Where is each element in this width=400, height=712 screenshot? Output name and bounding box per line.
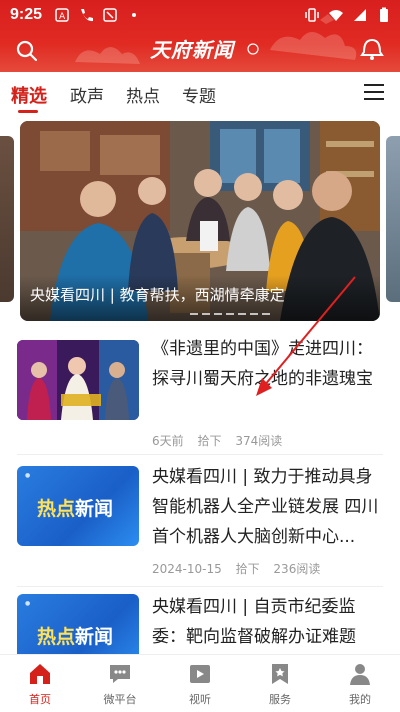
- divider: [17, 454, 383, 455]
- app-header: 9:25 A 天府新闻: [0, 0, 400, 72]
- divider: [17, 586, 383, 587]
- news-item[interactable]: 《非遗里的中国》走进四川：探寻川蜀天府之地的非遗瑰宝 6天前 拾下 374阅读: [0, 334, 400, 452]
- news-item[interactable]: ● 热点新闻 央媒看四川 | 致力于推动具身智能机器人全产业链发展 四川首个机器…: [0, 460, 400, 586]
- news-thumbnail: ● 热点新闻: [17, 466, 139, 546]
- news-title: 央媒看四川 | 致力于推动具身智能机器人全产业链发展 四川首个机器人大脑创新中心…: [152, 467, 379, 547]
- nav-audio-video[interactable]: 视听: [170, 661, 230, 707]
- heritage-show-thumbnail: [17, 340, 139, 420]
- nav-profile[interactable]: 我的: [330, 661, 390, 707]
- news-title: 《非遗里的中国》走进四川：探寻川蜀天府之地的非遗瑰宝: [152, 339, 373, 389]
- logo-badge-icon: [247, 43, 259, 55]
- nfc-icon: [103, 8, 117, 22]
- news-item[interactable]: ● 热点新闻 央媒看四川 | 自贡市纪委监委：靶向监督破解办证难题: [0, 590, 400, 654]
- hot-news-label: 热点新闻: [37, 626, 114, 648]
- news-time: 6天前: [152, 434, 184, 448]
- tab-politics[interactable]: 政声: [70, 82, 104, 107]
- service-icon: [272, 664, 288, 684]
- news-source: 拾下: [197, 434, 222, 448]
- news-time: 2024-10-15: [152, 562, 222, 576]
- thumb-logo-icon: ●: [25, 600, 31, 607]
- thumb-logo-icon: ●: [25, 472, 31, 479]
- banner-prev-peek: [0, 136, 14, 302]
- bottom-navigation: 首页 微平台 视听 服务 我的: [0, 654, 400, 712]
- banner-slide[interactable]: 央媒看四川 | 教育帮扶，西湖情牵康定: [20, 121, 380, 321]
- news-read-count: 374阅读: [235, 434, 283, 448]
- home-icon: [30, 664, 50, 684]
- menu-icon[interactable]: [364, 84, 384, 102]
- notification-a-icon: A: [55, 8, 69, 22]
- banner-caption: 央媒看四川 | 教育帮扶，西湖情牵康定: [30, 286, 285, 304]
- news-source: 拾下: [235, 562, 260, 576]
- tab-featured[interactable]: 精选: [11, 82, 47, 108]
- status-bar: 9:25 A: [0, 0, 400, 30]
- banner-next-peek: [386, 136, 400, 302]
- svg-text:A: A: [59, 12, 66, 22]
- news-thumbnail: ● 热点新闻: [17, 594, 139, 654]
- hot-news-label: 热点新闻: [37, 498, 114, 520]
- search-icon[interactable]: [14, 38, 40, 64]
- message-bell-icon[interactable]: [358, 34, 386, 64]
- signal-icon: [354, 9, 366, 21]
- user-icon: [350, 664, 370, 685]
- phone-icon: [81, 9, 93, 22]
- tab-topics[interactable]: 专题: [182, 82, 216, 107]
- nav-micro-platform[interactable]: 微平台: [90, 661, 150, 707]
- status-time: 9:25: [10, 6, 43, 23]
- tab-hot[interactable]: 热点: [126, 82, 160, 107]
- banner-carousel[interactable]: 央媒看四川 | 教育帮扶，西湖情牵康定: [0, 118, 400, 324]
- news-meta: 2024-10-15 拾下 236阅读: [152, 560, 330, 577]
- news-title: 央媒看四川 | 自贡市纪委监委：靶向监督破解办证难题: [152, 597, 356, 647]
- video-icon: [190, 665, 210, 683]
- news-meta: 6天前 拾下 374阅读: [152, 432, 292, 449]
- nav-home[interactable]: 首页: [10, 661, 70, 707]
- news-thumbnail: [17, 340, 139, 420]
- carousel-dots: [190, 313, 270, 315]
- wifi-icon: [329, 10, 343, 21]
- app-logo: 天府新闻: [150, 38, 234, 62]
- vibrate-icon: [305, 8, 319, 22]
- battery-icon: [380, 7, 388, 22]
- news-read-count: 236阅读: [273, 562, 321, 576]
- nav-services[interactable]: 服务: [250, 661, 310, 707]
- active-tab-indicator: [18, 110, 38, 113]
- channel-tabs: 精选 政声 热点 专题: [0, 72, 400, 118]
- chat-icon: [110, 665, 130, 683]
- dot-icon: [132, 13, 136, 17]
